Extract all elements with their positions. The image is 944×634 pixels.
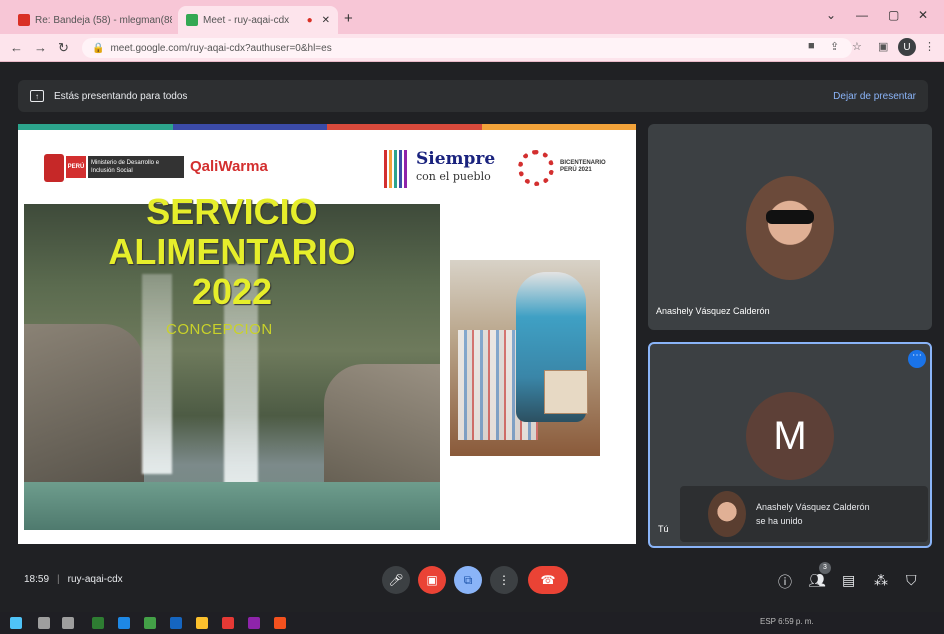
meet-icon bbox=[186, 14, 198, 26]
participant-video bbox=[746, 176, 834, 280]
shared-slide: PERÚ Ministerio de Desarrollo e Inclusió… bbox=[18, 124, 636, 544]
separator: | bbox=[57, 574, 60, 585]
app-icon[interactable] bbox=[196, 617, 208, 629]
tab-label: Re: Bandeja (58) - mlegman(88) bbox=[35, 14, 172, 26]
app-icon[interactable] bbox=[222, 617, 234, 629]
app-icon[interactable] bbox=[144, 617, 156, 629]
cardboard-box bbox=[544, 370, 588, 414]
participant-name: Anashely Vásquez Calderón bbox=[656, 306, 770, 316]
app-icon[interactable] bbox=[118, 617, 130, 629]
meet-controls-bar: 18:59 | ruy-aqai-cdx 🎤︎ ▣ ⧉ ⋮ ☎︎ ⓘ 👥︎ 3 … bbox=[8, 562, 936, 606]
chat-icon[interactable]: ▤ bbox=[842, 572, 855, 589]
browser-tab-strip: Re: Bandeja (58) - mlegman(88) ✕ Meet - … bbox=[0, 0, 944, 34]
participant-tile[interactable]: Anashely Vásquez Calderón bbox=[648, 124, 932, 330]
slide-title-line2: 2022 bbox=[191, 271, 273, 312]
info-icon[interactable]: ⓘ bbox=[778, 572, 792, 592]
star-icon[interactable]: ☆ bbox=[852, 40, 862, 53]
gmail-icon bbox=[18, 14, 30, 26]
participant-thumbnail bbox=[708, 491, 746, 537]
siempre-logo-bars bbox=[384, 150, 410, 188]
address-bar-row: ← → ↻ 🔒 meet.google.com/ruy-aqai-cdx?aut… bbox=[0, 34, 944, 62]
tab-search-icon[interactable]: ⌄ bbox=[826, 8, 836, 22]
bicentenario-text: BICENTENARIO PERÚ 2021 bbox=[560, 160, 606, 173]
reload-icon[interactable]: ↻ bbox=[58, 40, 69, 56]
close-window-button[interactable]: ✕ bbox=[918, 8, 928, 22]
slide-header: PERÚ Ministerio de Desarrollo e Inclusió… bbox=[18, 130, 636, 200]
leave-call-button[interactable]: ☎︎ bbox=[528, 566, 568, 594]
share-icon[interactable]: ⇪ bbox=[830, 40, 839, 53]
url-input[interactable]: 🔒 meet.google.com/ruy-aqai-cdx?authuser=… bbox=[82, 38, 852, 58]
participants-count-badge: 3 bbox=[819, 562, 831, 574]
self-avatar: M bbox=[746, 392, 834, 480]
stop-presenting-button[interactable]: Dejar de presentar bbox=[833, 91, 916, 102]
qaliwarma-logo: QaliWarma bbox=[190, 158, 268, 175]
chrome-icon[interactable] bbox=[274, 617, 286, 629]
camera-off-icon: ▣ bbox=[426, 573, 438, 587]
task-view-icon[interactable] bbox=[62, 617, 74, 629]
more-options-button[interactable]: ⋮ bbox=[490, 566, 518, 594]
camera-off-button[interactable]: ▣ bbox=[418, 566, 446, 594]
slide-subtitle: CONCEPCION bbox=[166, 321, 273, 338]
slide-title: SERVICIO ALIMENTARIO 2022 bbox=[24, 192, 440, 312]
tab-meet[interactable]: Meet - ruy-aqai-cdx ● ✕ bbox=[178, 6, 338, 34]
present-screen-icon: ↑ bbox=[30, 90, 44, 102]
maximize-button[interactable]: ▢ bbox=[888, 8, 899, 22]
more-options-button[interactable]: ⋯ bbox=[908, 350, 926, 368]
back-icon[interactable]: ← bbox=[10, 40, 23, 55]
tab-label: Meet - ruy-aqai-cdx bbox=[203, 14, 290, 26]
minimize-button[interactable]: — bbox=[856, 8, 868, 22]
self-label: Tú bbox=[658, 524, 669, 534]
meet-area: ↑ Estás presentando para todos Dejar de … bbox=[8, 66, 936, 610]
app-icon[interactable] bbox=[170, 617, 182, 629]
presenting-banner: ↑ Estás presentando para todos Dejar de … bbox=[18, 80, 928, 112]
bicentenario-logo-icon bbox=[518, 150, 554, 186]
join-message: se ha unido bbox=[756, 516, 803, 526]
present-button[interactable]: ⧉ bbox=[454, 566, 482, 594]
windows-start-icon[interactable] bbox=[10, 617, 22, 629]
siempre-sub-text: con el pueblo bbox=[416, 170, 491, 183]
profile-avatar[interactable]: U bbox=[898, 38, 916, 56]
sunglasses bbox=[766, 210, 814, 224]
system-tray: ESP 6:59 p. m. bbox=[760, 617, 814, 626]
join-notification-text: Anashely Vásquez Calderón se ha unido bbox=[756, 500, 870, 528]
app-icon[interactable] bbox=[248, 617, 260, 629]
pool bbox=[24, 482, 440, 530]
close-tab-icon[interactable]: ✕ bbox=[322, 15, 330, 26]
microphone-button[interactable]: 🎤︎ bbox=[382, 566, 410, 594]
siempre-logo: Siempre con el pueblo bbox=[416, 150, 495, 186]
slide-title-line1: SERVICIO ALIMENTARIO bbox=[108, 191, 356, 272]
peru-shield-icon bbox=[44, 154, 64, 182]
meeting-code: ruy-aqai-cdx bbox=[67, 574, 123, 585]
join-notification: Anashely Vásquez Calderón se ha unido bbox=[680, 486, 928, 542]
peru-label: PERÚ bbox=[66, 156, 86, 178]
microphone-icon: 🎤︎ bbox=[388, 573, 404, 587]
forward-icon[interactable]: → bbox=[34, 40, 47, 55]
food-service-photo bbox=[450, 260, 600, 456]
url-text: meet.google.com/ruy-aqai-cdx?authuser=0&… bbox=[110, 42, 332, 54]
tab-mail[interactable]: Re: Bandeja (58) - mlegman(88) ✕ bbox=[10, 6, 172, 34]
meeting-info: 18:59 | ruy-aqai-cdx bbox=[24, 574, 123, 585]
host-controls-icon[interactable]: ⛉ bbox=[906, 572, 917, 589]
menu-icon[interactable]: ⋮ bbox=[924, 40, 935, 53]
lock-icon: 🔒 bbox=[92, 42, 105, 54]
more-vert-icon: ⋮ bbox=[498, 573, 510, 587]
camera-indicator-icon[interactable]: ■ bbox=[808, 40, 815, 52]
screen: Re: Bandeja (58) - mlegman(88) ✕ Meet - … bbox=[0, 0, 944, 634]
join-name: Anashely Vásquez Calderón bbox=[756, 502, 870, 512]
windows-taskbar: ESP 6:59 p. m. bbox=[0, 612, 944, 634]
meeting-time: 18:59 bbox=[24, 574, 50, 585]
presenting-text: Estás presentando para todos bbox=[54, 90, 188, 102]
app-icon[interactable] bbox=[92, 617, 104, 629]
ministry-label: Ministerio de Desarrollo e Inclusión Soc… bbox=[88, 156, 184, 178]
new-tab-button[interactable]: + bbox=[344, 10, 353, 27]
present-icon: ⧉ bbox=[463, 572, 473, 587]
extensions-icon[interactable]: ▣ bbox=[878, 40, 888, 53]
activities-icon[interactable]: ⁂ bbox=[874, 572, 888, 589]
people-icon[interactable]: 👥︎ bbox=[808, 572, 826, 589]
hangup-icon: ☎︎ bbox=[540, 573, 556, 587]
recording-dot-icon: ● bbox=[306, 14, 313, 26]
search-icon[interactable] bbox=[38, 617, 50, 629]
siempre-main-text: Siempre bbox=[416, 149, 496, 169]
